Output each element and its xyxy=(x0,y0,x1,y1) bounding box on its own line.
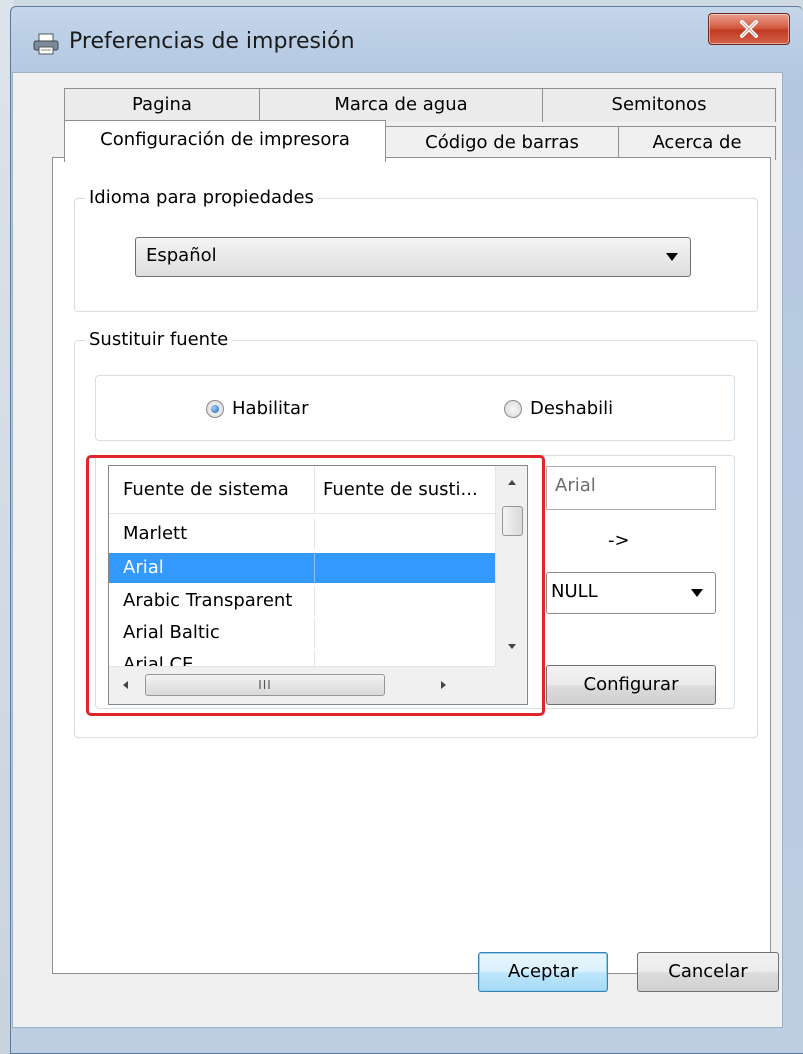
highlight-annotation xyxy=(86,455,545,716)
font-substitution-label: Sustituir fuente xyxy=(85,329,233,350)
tab-semitonos[interactable]: Semitonos xyxy=(542,88,776,122)
cancel-button[interactable]: Cancelar xyxy=(637,952,779,992)
enable-radio-label: Habilitar xyxy=(232,398,309,419)
substitute-font-select[interactable]: NULL xyxy=(546,572,716,614)
chevron-down-icon xyxy=(691,589,703,597)
language-group-label: Idioma para propiedades xyxy=(85,187,318,208)
tab-marca-de-agua[interactable]: Marca de agua xyxy=(259,88,543,122)
close-button[interactable] xyxy=(708,13,790,45)
source-font-field[interactable]: Arial xyxy=(546,466,716,510)
language-group: Idioma para propiedades Español xyxy=(74,187,758,312)
chevron-down-icon xyxy=(666,253,678,261)
printer-icon xyxy=(33,33,59,55)
configure-button[interactable]: Configurar xyxy=(546,665,716,705)
disable-radio[interactable]: Deshabili xyxy=(504,398,634,419)
window-title: Preferencias de impresión xyxy=(69,29,355,54)
close-icon xyxy=(739,20,759,38)
tab-configuracion-de-impresora[interactable]: Configuración de impresora xyxy=(64,120,386,162)
ok-button[interactable]: Aceptar xyxy=(478,952,608,992)
language-select-value: Español xyxy=(146,245,217,266)
radio-checked-icon xyxy=(206,399,224,418)
substitute-font-value: NULL xyxy=(551,581,598,602)
mapping-arrow: -> xyxy=(608,530,630,551)
tab-codigo-de-barras[interactable]: Código de barras xyxy=(385,126,619,160)
language-select[interactable]: Español xyxy=(135,237,691,277)
disable-radio-label: Deshabili xyxy=(530,398,614,419)
enable-radio[interactable]: Habilitar xyxy=(206,398,308,419)
radio-unchecked-icon xyxy=(504,399,522,418)
title-bar[interactable]: Preferencias de impresión xyxy=(11,7,803,79)
source-font-value: Arial xyxy=(555,475,596,496)
tab-acerca-de[interactable]: Acerca de xyxy=(618,126,776,160)
enable-options-box: Habilitar Deshabili xyxy=(95,375,735,441)
tab-pagina[interactable]: Pagina xyxy=(64,88,260,122)
